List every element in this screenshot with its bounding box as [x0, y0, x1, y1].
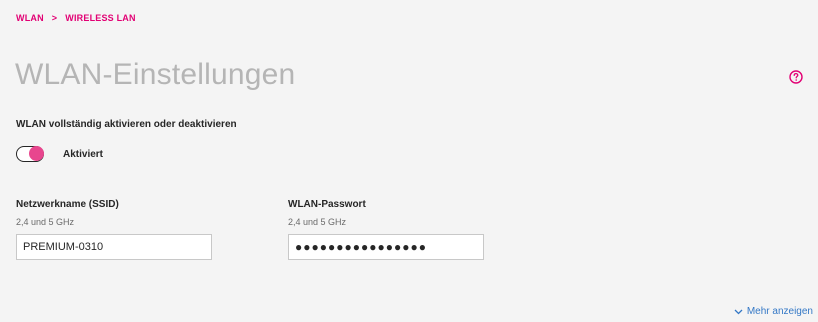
breadcrumb-item-wireless-lan[interactable]: WIRELESS LAN	[65, 13, 135, 23]
password-field-group: WLAN-Passwort 2,4 und 5 GHz ●●●●●●●●●●●●…	[288, 199, 484, 260]
ssid-band-label: 2,4 und 5 GHz	[16, 217, 75, 227]
breadcrumb-item-wlan[interactable]: WLAN	[16, 13, 44, 23]
wlan-toggle-section-label: WLAN vollständig aktivieren oder deaktiv…	[16, 119, 237, 130]
toggle-knob	[29, 146, 44, 161]
wlan-toggle-row: Aktiviert	[16, 146, 103, 162]
ssid-input[interactable]: PREMIUM-0310	[16, 234, 212, 260]
password-label: WLAN-Passwort	[288, 199, 366, 210]
show-more-label: Mehr anzeigen	[746, 306, 813, 317]
chevron-down-icon	[734, 309, 743, 314]
breadcrumb: WLAN > WIRELESS LAN	[16, 13, 136, 23]
ssid-field-group: Netzwerkname (SSID) 2,4 und 5 GHz PREMIU…	[16, 199, 212, 260]
show-more-link[interactable]: Mehr anzeigen	[734, 306, 813, 317]
page-title: WLAN-Einstellungen	[15, 58, 296, 91]
help-icon[interactable]	[789, 70, 803, 84]
wlan-enable-toggle[interactable]	[16, 146, 44, 162]
wlan-toggle-state-label: Aktiviert	[63, 148, 104, 160]
password-input[interactable]: ●●●●●●●●●●●●●●●●	[288, 234, 484, 260]
ssid-label: Netzwerkname (SSID)	[16, 199, 119, 210]
password-band-label: 2,4 und 5 GHz	[288, 217, 347, 227]
breadcrumb-separator: >	[51, 13, 58, 23]
